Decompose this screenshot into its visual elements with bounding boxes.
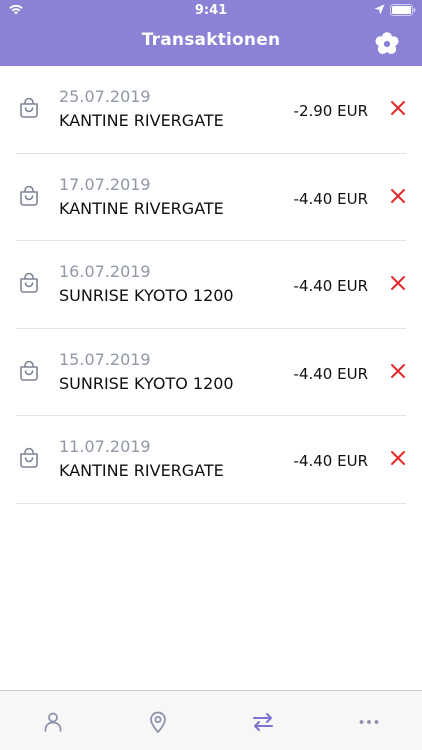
delete-button[interactable]	[390, 363, 406, 379]
transaction-date: 16.07.2019	[59, 262, 151, 281]
more-dots-icon	[359, 720, 379, 724]
transaction-amount: -4.40 EUR	[293, 364, 368, 383]
transaction-date: 15.07.2019	[59, 349, 151, 369]
navigation-header: 9:41 Transaktionen	[0, 0, 422, 66]
shopping-bag-icon	[20, 272, 38, 293]
tab-bar	[0, 690, 422, 750]
location-pin-icon	[150, 711, 166, 733]
delete-button[interactable]	[390, 188, 406, 204]
transaction-amount: -2.90 EUR	[293, 102, 368, 120]
transaction-date: 17.07.2019	[59, 174, 151, 194]
close-icon	[391, 188, 405, 203]
close-icon	[391, 451, 405, 465]
close-icon	[391, 276, 405, 290]
person-icon	[44, 712, 62, 732]
battery-icon	[390, 4, 416, 16]
transaction-merchant: KANTINE RIVERGATE	[59, 461, 224, 480]
transaction-merchant: SUNRISE KYOTO 1200	[59, 373, 234, 393]
transaction-date: 11.07.2019	[59, 437, 151, 456]
delete-button[interactable]	[390, 275, 406, 291]
shopping-bag-icon	[20, 185, 38, 206]
transaction-merchant: KANTINE RIVERGATE	[59, 198, 224, 218]
list-item[interactable]: 11.07.2019 KANTINE RIVERGATE -4.40 EUR	[16, 416, 406, 504]
delete-button[interactable]	[390, 450, 406, 466]
list-item[interactable]: 25.07.2019 KANTINE RIVERGATE -2.90 EUR	[16, 66, 406, 154]
shopping-bag-icon	[20, 97, 38, 118]
transfer-arrows-icon	[253, 713, 273, 731]
status-bar: 9:41	[0, 0, 422, 22]
close-icon	[391, 101, 405, 115]
tab-more[interactable]	[357, 710, 381, 734]
delete-button[interactable]	[390, 100, 406, 116]
tab-transactions[interactable]	[251, 710, 275, 734]
status-time: 9:41	[194, 3, 228, 18]
transaction-list: 25.07.2019 KANTINE RIVERGATE -2.90 EUR 1…	[0, 66, 422, 504]
transaction-date: 25.07.2019	[59, 87, 151, 106]
shopping-bag-icon	[20, 360, 38, 381]
settings-button[interactable]	[374, 31, 400, 57]
list-item[interactable]: 16.07.2019 SUNRISE KYOTO 1200 -4.40 EUR	[16, 241, 406, 329]
location-arrow-icon	[374, 4, 385, 15]
flower-settings-icon	[375, 32, 399, 54]
tab-profile[interactable]	[41, 710, 65, 734]
close-icon	[391, 363, 405, 378]
page-title: Transaktionen	[141, 30, 281, 50]
list-item[interactable]: 15.07.2019 SUNRISE KYOTO 1200 -4.40 EUR	[16, 329, 406, 416]
transaction-amount: -4.40 EUR	[293, 277, 368, 295]
tab-locations[interactable]	[146, 710, 170, 734]
transaction-merchant: SUNRISE KYOTO 1200	[59, 286, 234, 305]
shopping-bag-icon	[20, 447, 38, 468]
transaction-merchant: KANTINE RIVERGATE	[59, 111, 224, 130]
list-item[interactable]: 17.07.2019 KANTINE RIVERGATE -4.40 EUR	[16, 154, 406, 241]
transaction-amount: -4.40 EUR	[293, 452, 368, 470]
transaction-amount: -4.40 EUR	[293, 189, 368, 208]
